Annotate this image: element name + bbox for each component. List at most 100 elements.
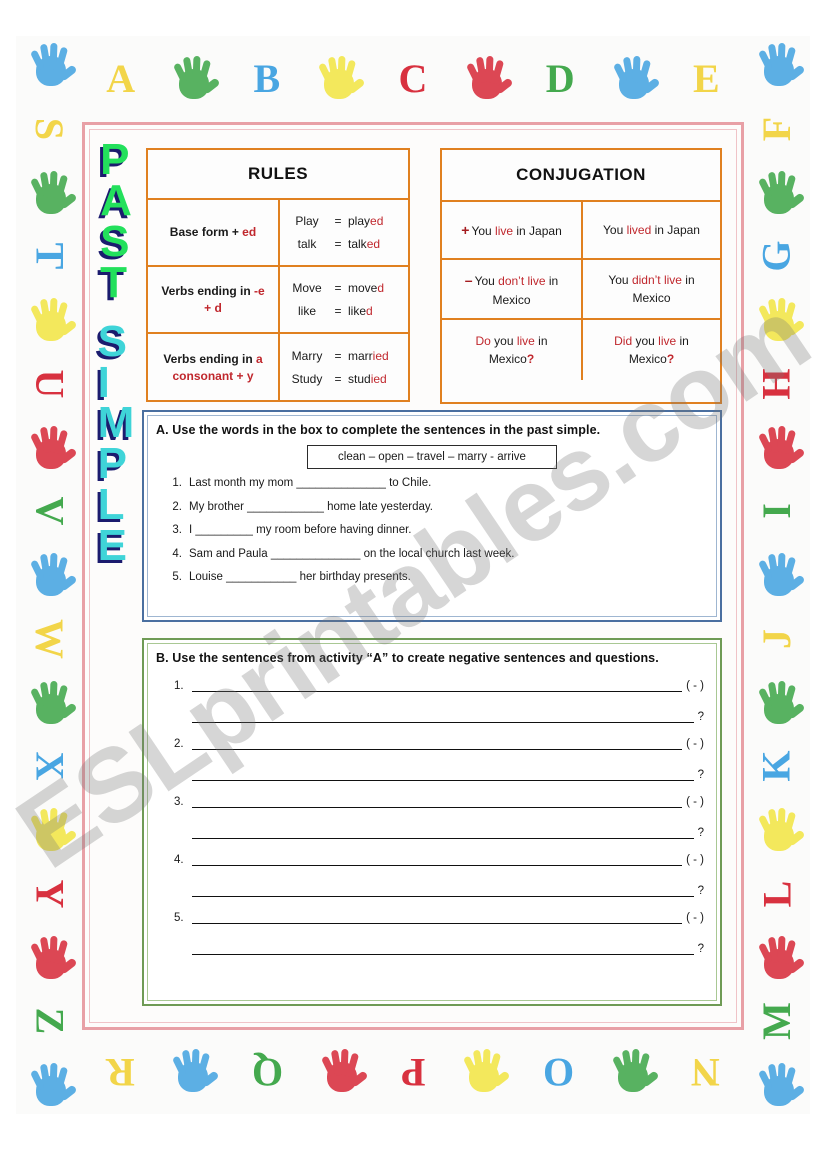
sentence-part: you bbox=[632, 334, 659, 348]
question-mark: ? bbox=[666, 352, 675, 366]
table-row: Verbs ending in -e + d Move = move d like = l… bbox=[148, 267, 408, 334]
handprint-icon bbox=[24, 805, 78, 855]
question-tag: ? bbox=[697, 827, 704, 839]
rule-cell: Verbs ending in a consonant + y bbox=[148, 334, 278, 401]
rules-table: RULES Base form + ed Play = play ed talk = ta… bbox=[146, 148, 410, 402]
handprint-icon bbox=[167, 53, 221, 105]
handprint-icon bbox=[24, 295, 78, 345]
write-line[interactable] bbox=[192, 826, 694, 839]
list-item-number: 5. bbox=[172, 571, 182, 583]
decor-border-top: A B C D E bbox=[16, 36, 810, 122]
alphabet-letter: T bbox=[27, 242, 72, 270]
equals-sign: = bbox=[334, 371, 342, 386]
table-row: Base form + ed Play = play ed talk = talk ed bbox=[148, 200, 408, 267]
list-item-text[interactable]: Last month my mom ______________ to Chil… bbox=[189, 477, 431, 490]
decor-border-bottom: N O P Q R bbox=[16, 1030, 810, 1114]
write-line[interactable] bbox=[192, 795, 683, 808]
answer-line-question[interactable]: ? bbox=[174, 884, 704, 897]
answer-lines: 1. ( - )? 2. ( - )? 3. ( - )? 4. ( - )? 5. ( - )? bbox=[144, 679, 720, 955]
list-item-text[interactable]: My brother ____________ home late yester… bbox=[189, 501, 433, 514]
alphabet-letter: J bbox=[754, 628, 799, 649]
example-base: Move bbox=[292, 280, 322, 295]
negative-present-cell: – You don’t live in Mexico bbox=[442, 260, 581, 318]
answer-line-question[interactable]: ? bbox=[174, 826, 704, 839]
list-item: 4. Sam and Paula ______________ on the lo… bbox=[168, 548, 720, 561]
write-line[interactable] bbox=[192, 679, 683, 692]
rule-cell: Base form + ed bbox=[148, 200, 278, 265]
answer-line-question[interactable]: ? bbox=[174, 768, 704, 781]
rule-accent-line2: + d bbox=[204, 300, 222, 315]
answer-line-negative[interactable]: 4. ( - ) bbox=[174, 853, 704, 866]
handprint-icon bbox=[24, 1060, 78, 1110]
answer-line-negative[interactable]: 3. ( - ) bbox=[174, 795, 704, 808]
answer-line-negative[interactable]: 1. ( - ) bbox=[174, 679, 704, 692]
question-tag: ? bbox=[697, 711, 704, 723]
alphabet-letter: Z bbox=[27, 1007, 72, 1035]
decor-border-left: S T U V W X Y Z bbox=[16, 36, 82, 1114]
write-line[interactable] bbox=[192, 710, 694, 723]
write-line[interactable] bbox=[192, 942, 694, 955]
answer-line-question[interactable]: ? bbox=[174, 942, 704, 955]
example-ending: d bbox=[377, 280, 385, 295]
alphabet-letter: B bbox=[253, 56, 281, 101]
title-letter: S bbox=[97, 316, 128, 366]
handprint-icon bbox=[752, 805, 806, 855]
handprint-icon bbox=[166, 1046, 220, 1098]
title-letter: P bbox=[100, 135, 130, 184]
alphabet-letter: V bbox=[26, 496, 72, 526]
answer-line-number: 4. bbox=[174, 854, 184, 866]
title-letter: S bbox=[100, 216, 130, 266]
example-cell: Play = play ed talk = talk ed bbox=[278, 200, 408, 265]
handprint-icon bbox=[312, 53, 366, 105]
sentence-part: in Japan bbox=[513, 223, 562, 238]
conjugation-table: CONJUGATION + You live in Japan You lived… bbox=[440, 148, 722, 404]
activity-a-instruction: A. Use the words in the box to complete … bbox=[156, 423, 601, 437]
example-ending: ed bbox=[370, 213, 384, 228]
list-item-number: 1. bbox=[172, 477, 182, 489]
equals-sign: = bbox=[334, 236, 342, 251]
question-mark: ? bbox=[526, 352, 535, 366]
verb-highlight: lived bbox=[626, 223, 652, 237]
write-line[interactable] bbox=[192, 853, 683, 866]
list-item-text[interactable]: Sam and Paula ______________ on the loca… bbox=[189, 548, 514, 561]
verb-highlight: don’t live bbox=[498, 273, 546, 288]
write-line[interactable] bbox=[192, 884, 694, 897]
decor-border-right: F G H I J K L M bbox=[744, 36, 810, 1114]
rule-accent: -e bbox=[254, 284, 265, 299]
title-letter: E bbox=[97, 521, 128, 571]
verb-highlight: didn’t live bbox=[631, 273, 682, 287]
list-item-number: 3. bbox=[172, 524, 182, 536]
handprint-icon bbox=[24, 678, 78, 728]
alphabet-letter: W bbox=[27, 618, 72, 659]
activity-a-box: A. Use the words in the box to complete … bbox=[142, 410, 722, 622]
list-item-text[interactable]: Louise ___________ her birthday presents… bbox=[189, 571, 411, 584]
example-base: Study bbox=[291, 371, 323, 386]
affirmative-present-cell: + You live in Japan bbox=[442, 202, 581, 258]
handprint-icon bbox=[752, 1060, 806, 1110]
plus-sign-icon: + bbox=[461, 221, 470, 238]
list-item-text[interactable]: I _________ my room before having dinner… bbox=[189, 524, 411, 537]
alphabet-letter: L bbox=[754, 880, 799, 908]
answer-line-question[interactable]: ? bbox=[174, 710, 704, 723]
list-item: 1. Last month my mom ______________ to Ch… bbox=[168, 477, 720, 490]
write-line[interactable] bbox=[192, 737, 683, 750]
write-line[interactable] bbox=[192, 768, 694, 781]
example-cell: Move = move d like = like d bbox=[278, 267, 408, 332]
alphabet-letter: Y bbox=[26, 879, 72, 909]
equals-sign: = bbox=[334, 303, 342, 318]
answer-line-number: 3. bbox=[174, 796, 184, 808]
alphabet-letter: M bbox=[753, 1002, 799, 1041]
rule-accent: ed bbox=[242, 225, 257, 240]
example-ending: d bbox=[366, 303, 373, 318]
example-base: talk bbox=[297, 236, 317, 251]
auxiliary-highlight: Did bbox=[614, 334, 633, 348]
answer-line-negative[interactable]: 2. ( - ) bbox=[174, 737, 704, 750]
equals-sign: = bbox=[334, 348, 342, 363]
handprint-icon bbox=[752, 933, 806, 983]
conjugation-table-header: CONJUGATION bbox=[442, 150, 720, 202]
handprint-icon bbox=[24, 40, 78, 90]
answer-line-negative[interactable]: 5. ( - ) bbox=[174, 911, 704, 924]
negative-tag: ( - ) bbox=[686, 796, 704, 808]
answer-line-number: 1. bbox=[174, 680, 184, 692]
write-line[interactable] bbox=[192, 911, 683, 924]
